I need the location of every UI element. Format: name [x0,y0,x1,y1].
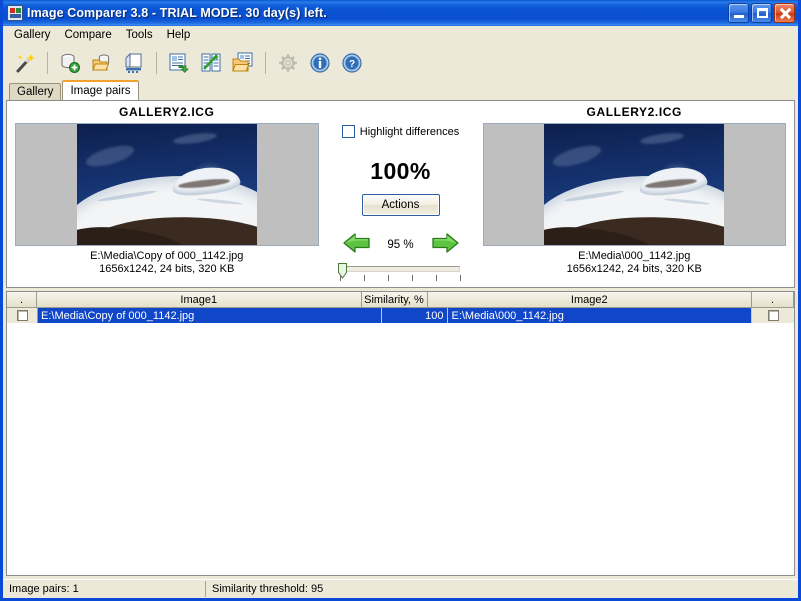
row-image1-path: E:\Media\Copy of 000_1142.jpg [38,308,383,323]
row-checkbox-right[interactable] [752,308,794,323]
title-bar: Image Comparer 3.8 - TRIAL MODE. 30 day(… [3,0,798,26]
compare-chart-icon[interactable] [196,48,226,78]
settings-gear-icon [273,48,303,78]
left-gallery-title: GALLERY2.ICG [119,105,215,119]
menu-gallery[interactable]: Gallery [7,27,57,45]
compare-panel: GALLERY2.ICG E:\Media\Copy of 000_1142.j… [6,100,795,288]
right-image-thumbnail [544,124,725,245]
similarity-slider[interactable] [337,263,465,283]
column-header-check-right[interactable]: . [752,292,794,308]
menu-help[interactable]: Help [160,27,198,45]
highlight-differences-row[interactable]: Highlight differences [341,125,460,138]
toolbar: ? [3,46,798,80]
new-gallery-icon[interactable] [55,48,85,78]
column-header-image1[interactable]: Image1 [37,292,362,308]
right-image-info: 1656x1242, 24 bits, 320 KB [566,263,702,275]
left-image-thumbnail [76,124,257,245]
column-header-check-left[interactable]: . [7,292,37,308]
compare-gallery-icon[interactable] [164,48,194,78]
minimize-button[interactable] [728,3,749,23]
window-controls [728,3,795,23]
compare-folders-icon[interactable] [228,48,258,78]
table-body: E:\Media\Copy of 000_1142.jpg 100 E:\Med… [7,308,794,575]
table-header: . Image1 Similarity, % Image2 . [7,292,794,308]
right-image-caption: E:\Media\000_1142.jpg 1656x1242, 24 bits… [567,250,702,276]
toolbar-separator [47,52,48,74]
left-image-path: E:\Media\Copy of 000_1142.jpg [90,250,244,262]
left-image-viewport[interactable] [15,123,319,246]
maximize-button[interactable] [751,3,772,23]
slider-track[interactable] [341,266,460,272]
right-image-path: E:\Media\000_1142.jpg [578,250,691,262]
tab-image-pairs[interactable]: Image pairs [62,80,139,100]
menu-tools[interactable]: Tools [119,27,160,45]
column-header-image2[interactable]: Image2 [427,292,752,308]
scan-images-icon[interactable] [119,48,149,78]
client-area: GALLERY2.ICG E:\Media\Copy of 000_1142.j… [3,100,798,579]
left-image-panel: GALLERY2.ICG E:\Media\Copy of 000_1142.j… [7,101,327,287]
row-image2-path: E:\Media\000_1142.jpg [448,308,752,323]
column-header-similarity[interactable]: Similarity, % [361,292,428,308]
app-icon [7,5,23,21]
window-title: Image Comparer 3.8 - TRIAL MODE. 30 day(… [27,6,327,20]
row-similarity: 100 [382,308,449,323]
menu-compare[interactable]: Compare [57,27,118,45]
status-similarity-threshold: Similarity threshold: 95 [212,583,324,595]
similarity-percent: 100% [370,158,431,184]
tab-bar: Gallery Image pairs [3,80,798,100]
highlight-differences-checkbox[interactable] [341,125,355,138]
wizard-icon[interactable] [10,48,40,78]
green-left-arrow-icon[interactable] [342,230,372,259]
svg-text:?: ? [349,59,355,70]
right-image-viewport[interactable] [482,123,786,246]
right-image-panel: GALLERY2.ICG E:\Media\000_1142.jpg 1656x… [475,101,795,287]
tab-gallery[interactable]: Gallery [9,83,62,100]
toolbar-separator [156,52,157,74]
menu-bar: Gallery Compare Tools Help [3,26,798,46]
similarity-threshold-value: 95 % [387,238,414,251]
toolbar-separator [265,52,266,74]
close-button[interactable] [774,3,795,23]
open-gallery-icon[interactable] [87,48,117,78]
status-bar: Image pairs: 1 Similarity threshold: 95 [3,579,798,598]
right-gallery-title: GALLERY2.ICG [586,105,682,119]
app-window: Image Comparer 3.8 - TRIAL MODE. 30 day(… [0,0,801,601]
highlight-differences-label: Highlight differences [359,125,460,138]
image-pairs-list: . Image1 Similarity, % Image2 . E:\Media… [6,291,795,576]
navigation-arrows: 95 % [334,230,468,259]
help-icon[interactable]: ? [337,48,367,78]
info-icon[interactable] [305,48,335,78]
row-checkbox-left[interactable] [7,308,38,323]
status-image-pairs: Image pairs: 1 [3,581,206,597]
compare-controls: Highlight differences 100% Actions 95 % [327,101,475,287]
table-row[interactable]: E:\Media\Copy of 000_1142.jpg 100 E:\Med… [7,308,794,323]
slider-ticks [339,275,462,282]
left-image-caption: E:\Media\Copy of 000_1142.jpg 1656x1242,… [90,250,243,276]
actions-button[interactable]: Actions [361,194,440,216]
left-image-info: 1656x1242, 24 bits, 320 KB [99,263,235,275]
green-right-arrow-icon[interactable] [430,230,460,259]
